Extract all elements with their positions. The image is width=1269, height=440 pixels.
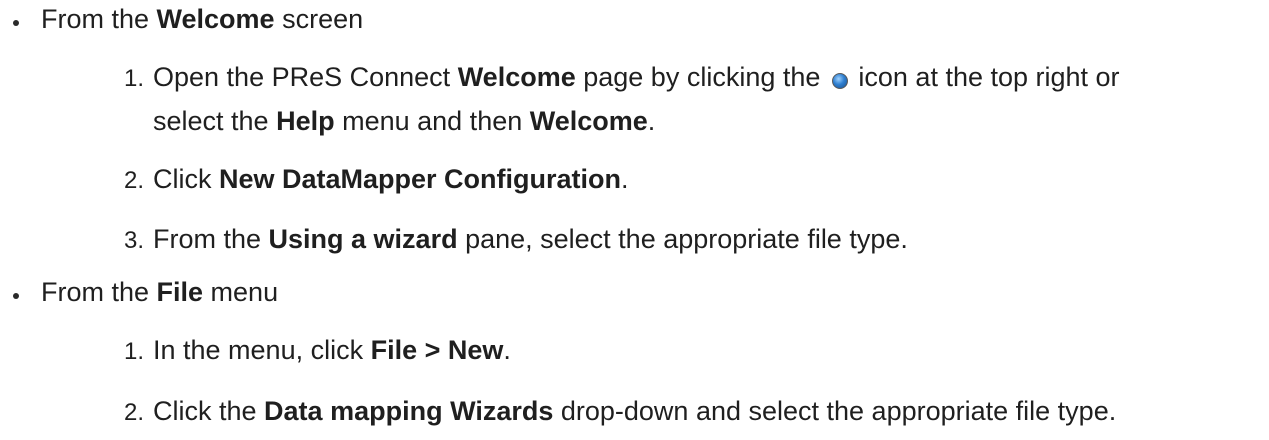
text: . xyxy=(503,335,511,365)
intro-text: screen xyxy=(274,4,364,34)
intro-text: menu xyxy=(203,277,279,307)
text: menu and then xyxy=(334,106,530,136)
step-text: Click New DataMapper Configuration. xyxy=(153,160,629,199)
section-intro-welcome: From the Welcome screen xyxy=(41,0,363,39)
step-text: In the menu, click File > New. xyxy=(153,331,511,370)
text: . xyxy=(647,106,656,136)
bold-text: File > New xyxy=(370,335,504,365)
list-item: 2. Click New DataMapper Configuration. xyxy=(124,160,629,200)
step-text: From the Using a wizard pane, select the… xyxy=(153,220,908,259)
list-item: 3. From the Using a wizard pane, select … xyxy=(124,220,908,260)
text: pane, select the appropriate file type. xyxy=(457,224,908,254)
text: select the xyxy=(153,106,277,136)
text: Open the PReS Connect xyxy=(153,62,458,92)
step-text: Open the PReS Connect Welcome page by cl… xyxy=(153,58,1120,97)
bullet-marker xyxy=(13,293,19,299)
list-item: 1. In the menu, click File > New. xyxy=(124,331,511,371)
list-item: 1. Open the PReS Connect Welcome page by… xyxy=(124,58,1120,98)
bold-text: Welcome xyxy=(457,62,576,92)
text: page by clicking the xyxy=(575,62,828,92)
intro-bold: File xyxy=(156,277,204,307)
text: . xyxy=(621,164,629,194)
text: Click the xyxy=(153,396,265,426)
intro-text: From the xyxy=(41,277,157,307)
intro-bold: Welcome xyxy=(156,4,275,34)
step-number: 2. xyxy=(124,399,145,426)
welcome-home-icon xyxy=(831,73,848,89)
text: From the xyxy=(153,224,269,254)
list-item: 2. Click the Data mapping Wizards drop-d… xyxy=(124,392,1116,432)
section-intro-file: From the File menu xyxy=(41,273,278,312)
bold-text: Help xyxy=(276,106,335,136)
intro-text: From the xyxy=(41,4,157,34)
bold-text: Using a wizard xyxy=(268,224,458,254)
step-text: Click the Data mapping Wizards drop-down… xyxy=(153,392,1116,431)
step-number: 1. xyxy=(124,65,145,92)
text: In the menu, click xyxy=(153,335,371,365)
bold-text: Welcome xyxy=(529,106,648,136)
step-text-continued: select the Help menu and then Welcome. xyxy=(153,102,655,141)
text: icon at the top right or xyxy=(850,62,1120,92)
bold-text: New DataMapper Configuration xyxy=(219,164,622,194)
step-number: 2. xyxy=(124,167,145,194)
step-number: 1. xyxy=(124,338,145,365)
bullet-marker xyxy=(13,20,19,26)
step-number: 3. xyxy=(124,227,145,254)
text: Click xyxy=(153,164,219,194)
bold-text: Data mapping Wizards xyxy=(264,396,554,426)
text: drop-down and select the appropriate fil… xyxy=(553,396,1117,426)
